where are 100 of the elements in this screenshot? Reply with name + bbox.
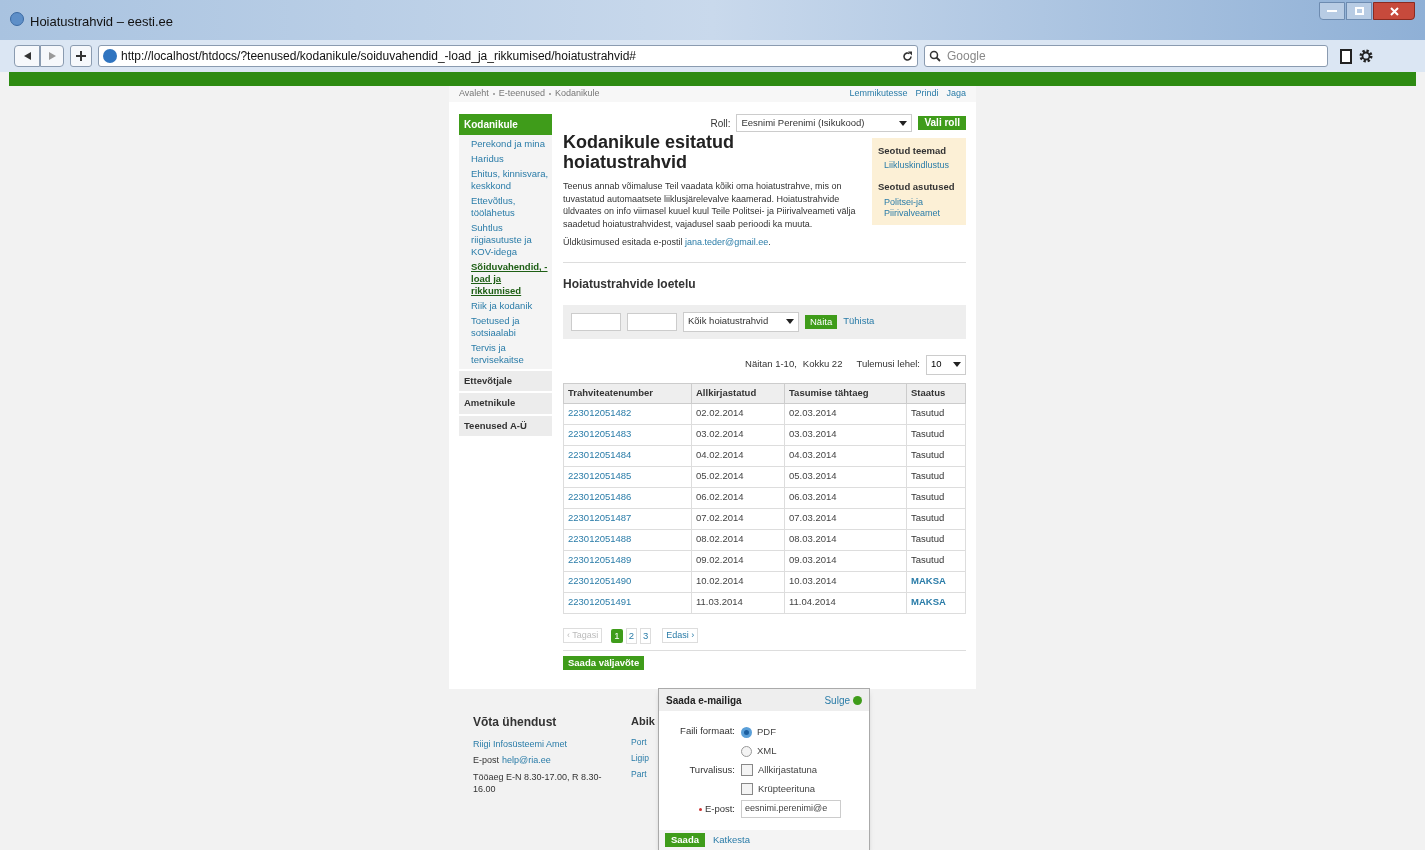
table-cell: 05.03.2014	[784, 466, 907, 487]
table-cell: 02.03.2014	[784, 403, 907, 424]
format-radio[interactable]: PDF	[741, 725, 863, 740]
column-header: Tasumise tähtaeg	[784, 383, 907, 403]
sidebar-item[interactable]: Perekond ja mina	[459, 138, 552, 150]
table-cell: 08.02.2014	[691, 529, 785, 550]
sidebar-section[interactable]: Teenused A-Ü	[459, 415, 552, 436]
url-text: http://localhost/htdocs/?teenused/kodanikule/soiduvahendid_-load_ja_rikkumised/hoiatustrahvid#	[121, 48, 636, 65]
back-icon	[23, 52, 31, 60]
table-cell: 03.03.2014	[784, 424, 907, 445]
globe-icon	[10, 12, 24, 26]
email-field[interactable]: eesnimi.perenimi@e	[741, 800, 841, 818]
new-tab-button[interactable]	[70, 45, 92, 67]
sidebar-section[interactable]: Ettevõtjale	[459, 371, 552, 392]
address-field[interactable]: http://localhost/htdocs/?teenused/kodanikule/soiduvahendid_-load_ja_rikkumised/hoiatustrahvid#	[98, 45, 918, 67]
sidebar-item[interactable]: Haridus	[459, 153, 552, 165]
back-button[interactable]	[14, 45, 40, 67]
table-cell: 10.02.2014	[691, 571, 785, 592]
cancel-link[interactable]: Katkesta	[713, 833, 750, 848]
page-action-link[interactable]: Lemmikutesse	[849, 87, 908, 101]
intro-paragraph: Teenus annab võimaluse Teil vaadata kõiki oma hoiatustrahve, mis on tuvastatud automaatsete liiklusjärelevalve kaamerad. Hoiatustrahvide üldvaates on info viimasel kuuel kuul Teile Politsei- ja Piirivalveameti välja saadetud hoiatustrahvidest, vajadusel saab perioodi ka muuta.	[563, 180, 857, 230]
page-icon[interactable]	[1340, 48, 1352, 64]
type-select[interactable]: Kõik hoiatustrahvid	[683, 311, 799, 332]
show-button[interactable]: Näita	[805, 314, 838, 329]
table-cell: 06.02.2014	[691, 487, 785, 508]
sidebar-item[interactable]: Riik ja kodanik	[459, 300, 552, 312]
table-cell: 07.03.2014	[784, 508, 907, 529]
sidebar-item[interactable]: Toetused ja sotsiaalabi	[459, 315, 552, 339]
footer-link[interactable]: Part	[631, 767, 655, 781]
sidebar-header[interactable]: Kodanikule	[459, 114, 552, 135]
related-heading: Seotud teemad	[878, 144, 948, 158]
related-link[interactable]: Politsei-ja Piirivalveamet	[878, 197, 960, 220]
column-header: Staatus	[906, 383, 966, 403]
date-field[interactable]	[571, 312, 621, 331]
close-button[interactable]: Sulge	[824, 692, 862, 708]
table-cell: 02.02.2014	[691, 403, 785, 424]
page-action-link[interactable]: Prindi	[915, 87, 939, 101]
close-button[interactable]	[1373, 2, 1415, 20]
table-cell: 06.03.2014	[784, 487, 907, 508]
column-header: Allkirjastatud	[691, 383, 785, 403]
maximize-button[interactable]	[1346, 2, 1372, 20]
email-label: E-post:	[704, 801, 735, 816]
sidebar-item[interactable]: Ehitus, kinnisvara, keskkond	[459, 168, 552, 192]
status-text: Tasutud	[911, 554, 945, 566]
table-cell: 08.03.2014	[784, 529, 907, 550]
status-text: Tasutud	[911, 512, 945, 524]
globe-icon	[103, 49, 117, 63]
table-cell: 03.02.2014	[691, 424, 785, 445]
date-field[interactable]	[627, 312, 677, 331]
reload-icon[interactable]	[902, 50, 913, 62]
table-cell: 09.02.2014	[691, 550, 785, 571]
per-page-label: Tulemusi lehel:	[856, 357, 920, 372]
caret-icon	[953, 362, 961, 367]
email-link[interactable]: help@ria.ee	[502, 754, 551, 768]
clear-link[interactable]: Tühista	[843, 314, 875, 329]
dialog-title: Saada e-mailiga	[666, 693, 742, 708]
sidebar-item[interactable]: Sõiduvahendid, -load ja rikkumised	[459, 261, 552, 297]
page-link[interactable]: 2	[625, 627, 637, 644]
next-link[interactable]: Edasi ›	[662, 627, 699, 644]
format-label: Faili formaat:	[679, 725, 735, 738]
submit-button[interactable]: Saada	[665, 833, 705, 848]
related-heading: Seotud asutused	[878, 180, 956, 195]
organization-link[interactable]: Riigi Infosüsteemi Amet	[473, 737, 603, 752]
send-extract-button[interactable]: Saada väljavõte	[563, 655, 645, 670]
format-radio[interactable]: XML	[741, 744, 863, 759]
security-checkbox[interactable]: Krüpteerituna	[741, 781, 863, 796]
breadcrumb-link[interactable]: Avaleht	[459, 87, 489, 101]
contact-text: Üldküsimused esitada e-postil jana.teder@gmail.ee.	[563, 236, 772, 249]
breadcrumb-link[interactable]: E-teenused	[498, 87, 545, 101]
status-text: Tasutud	[911, 428, 945, 440]
settings-icon[interactable]	[1358, 48, 1374, 64]
search-field[interactable]: Google	[924, 45, 1328, 67]
security-label: Turvalisus:	[688, 762, 735, 777]
window-title: Hoiatustrahvid – eesti.ee	[30, 13, 174, 31]
footer-link[interactable]: Port	[631, 736, 655, 749]
role-select[interactable]: Eesnimi Perenimi (Isikukood)	[736, 114, 913, 132]
breadcrumb-link[interactable]: Kodanikule	[554, 87, 600, 101]
role-label: Roll:	[710, 116, 731, 131]
sidebar-section[interactable]: Ametnikule	[459, 393, 552, 414]
page-link[interactable]: 3	[639, 627, 652, 644]
related-link[interactable]: Liikluskindlustus	[878, 160, 960, 172]
security-checkbox[interactable]: Allkirjastatuna	[741, 762, 863, 777]
column-header: Trahviteatenumber	[563, 383, 692, 403]
minimize-button[interactable]	[1319, 2, 1345, 20]
email-label: E-post	[473, 754, 499, 768]
per-page-select[interactable]: 10	[926, 354, 966, 375]
page-action-link[interactable]: Jaga	[946, 87, 966, 101]
status-text: Tasutud	[911, 491, 945, 503]
choose-role-button[interactable]: Vali roll	[918, 116, 966, 130]
caret-icon	[786, 319, 794, 324]
sidebar-item[interactable]: Suhtlus riigiasutuste ja KOV-idega	[459, 222, 552, 258]
table-cell: 05.02.2014	[691, 466, 785, 487]
footer-link[interactable]: Ligip	[631, 752, 655, 765]
section-title: Hoiatustrahvide loetelu	[563, 275, 697, 293]
results-summary: Näitan 1-10,	[745, 357, 797, 372]
results-total: Kokku 22	[802, 357, 843, 372]
page-link[interactable]: 1	[611, 628, 623, 643]
table-cell: 04.03.2014	[784, 445, 907, 466]
sidebar-item[interactable]: Ettevõtlus, töölähetus	[459, 195, 552, 219]
sidebar-item[interactable]: Tervis ja tervisekaitse	[459, 342, 552, 366]
